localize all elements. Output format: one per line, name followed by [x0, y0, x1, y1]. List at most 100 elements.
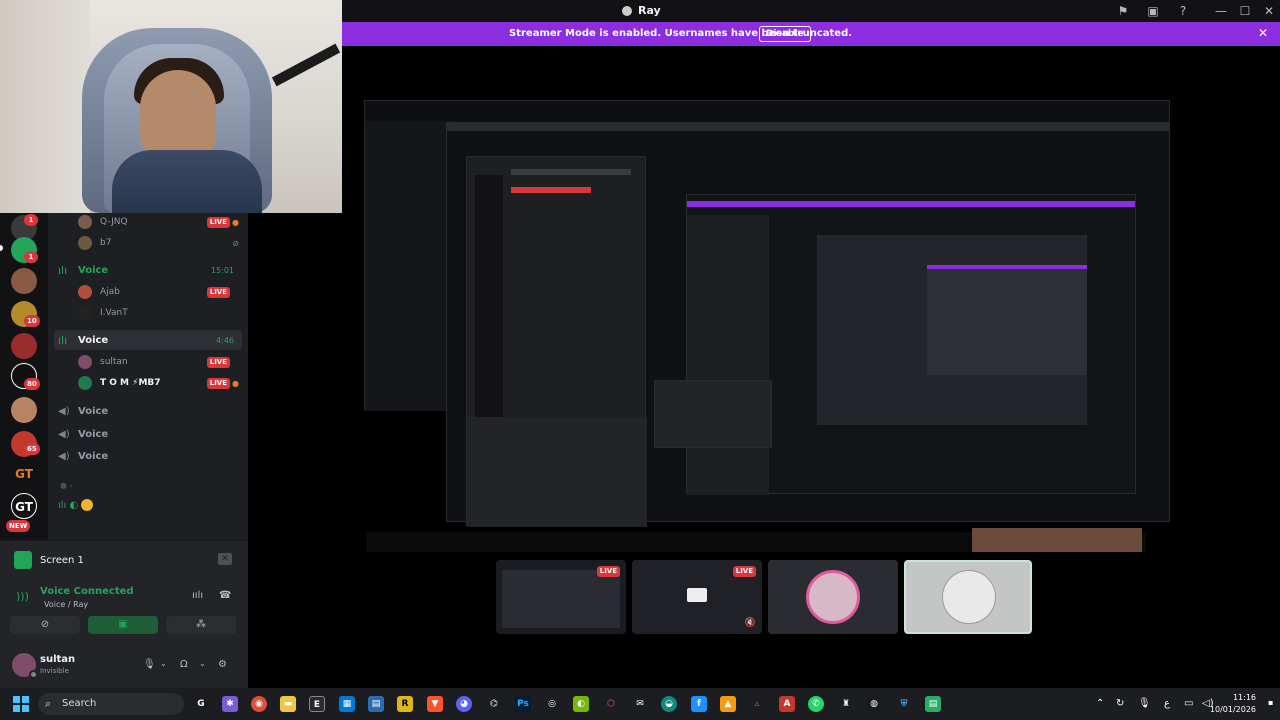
obs-icon[interactable]: ◎ — [544, 696, 560, 712]
chevron-up-icon[interactable]: ⌃ — [1096, 698, 1104, 709]
screen-share-row[interactable]: Screen 1 ✕ — [14, 550, 234, 570]
user-name: sultan — [40, 654, 76, 665]
voice-channel[interactable]: ◀) Voice — [54, 424, 242, 444]
maximize-button[interactable]: ☐ — [1238, 4, 1252, 18]
live-badge: LIVE — [732, 566, 756, 577]
inbox-icon[interactable]: ⚑ — [1116, 4, 1130, 18]
language-indicator[interactable]: ع — [1164, 698, 1170, 709]
live-badge: LIVE — [206, 377, 230, 389]
chevron-down-icon[interactable]: ⌄ — [160, 659, 167, 668]
muted-icon: ⊘ — [232, 238, 239, 248]
windows-start-icon[interactable] — [13, 696, 29, 712]
disable-button[interactable]: Disable — [759, 26, 811, 42]
store-icon[interactable]: ▦ — [339, 696, 355, 712]
system-clock[interactable]: 11:16 10/01/2026 — [1210, 692, 1256, 716]
server-icon[interactable]: GT — [11, 461, 37, 487]
voice-user[interactable]: I.VanT — [78, 304, 242, 322]
windows-taskbar: ⌕ Search G ✱ ◉ ▬ E ▦ ▤ R ▼ ◕ ⌬ Ps ◎ ◐ ⬡ … — [0, 688, 1280, 720]
user-name: T O M ⚡MB7 — [100, 378, 161, 388]
voice-channel[interactable]: ılı Voice 15:01 — [54, 260, 242, 280]
voice-user[interactable]: Q-JNQ LIVE ● — [78, 213, 242, 231]
mail-icon[interactable]: ✉ — [632, 696, 648, 712]
sync-icon[interactable]: ↻ — [1116, 698, 1124, 709]
user-name: sultan — [100, 357, 128, 367]
chevron-down-icon[interactable]: ⌄ — [199, 659, 206, 668]
network-icon[interactable]: ▭ — [1184, 698, 1193, 709]
camera-off-button[interactable]: ⊘ — [10, 616, 80, 634]
server-icon[interactable]: GT — [11, 493, 37, 519]
signal-icon[interactable]: ))) — [16, 590, 29, 603]
epic-games-icon[interactable]: E — [309, 696, 325, 712]
app-icon[interactable]: R — [397, 696, 413, 712]
app-icon[interactable]: ♜ — [838, 696, 854, 712]
voice-user[interactable]: T O M ⚡MB7 LIVE ● — [78, 374, 242, 392]
microphone-icon[interactable]: 🎙 — [1138, 698, 1151, 709]
live-badge: LIVE — [206, 216, 230, 228]
speaker-icon: ◀) — [58, 428, 70, 440]
screen-icon[interactable]: ▣ — [1146, 4, 1160, 18]
edge-icon[interactable]: ◒ — [661, 696, 677, 712]
discord-icon[interactable]: ◕ — [456, 696, 472, 712]
voice-user[interactable]: Ajab LIVE — [78, 283, 242, 301]
avatar — [78, 306, 92, 320]
steam-icon[interactable]: ◍ — [866, 696, 882, 712]
server-icon[interactable] — [11, 397, 37, 423]
server-badge: 65 — [24, 443, 40, 455]
server-icon[interactable] — [11, 333, 37, 359]
app-icon[interactable]: G — [193, 696, 209, 712]
brave-icon[interactable]: ▼ — [427, 696, 443, 712]
app-icon[interactable]: ▲ — [720, 696, 736, 712]
stream-view[interactable]: LIVE LIVE 🔇 — [342, 46, 1280, 688]
voice-channel[interactable]: ◀) Voice — [54, 446, 242, 466]
headphones-icon[interactable]: Ω — [180, 659, 188, 670]
stream-tile-selected[interactable] — [904, 560, 1032, 634]
screen-share-button[interactable]: ▣ — [88, 616, 158, 634]
whatsapp-icon[interactable]: ✆ — [808, 696, 824, 712]
stream-tile[interactable]: LIVE 🔇 — [632, 560, 762, 634]
app-icon[interactable]: ⬡ — [603, 696, 619, 712]
minimize-button[interactable]: — — [1214, 4, 1228, 18]
voice-channel[interactable]: ılı Voice 4:46 — [54, 330, 242, 350]
stop-stream-icon[interactable]: ✕ — [218, 553, 232, 565]
server-badge: 10 — [24, 315, 40, 327]
help-icon[interactable]: ? — [1176, 4, 1190, 18]
taskbar-search[interactable]: ⌕ Search — [38, 693, 184, 715]
app-icon[interactable]: ▤ — [368, 696, 384, 712]
avatar[interactable] — [12, 653, 38, 679]
voice-activity-icon[interactable]: ılı ◐ — [58, 499, 118, 513]
microphone-icon[interactable]: 🎙 — [143, 659, 156, 670]
app-icon[interactable]: ▵ — [749, 696, 765, 712]
clock-date: 10/01/2026 — [1209, 705, 1256, 714]
app-icon[interactable]: ✱ — [222, 696, 238, 712]
activities-button[interactable]: ⁂ — [166, 616, 236, 634]
voice-user[interactable]: sultan LIVE — [78, 353, 242, 371]
shield-icon[interactable]: ⛨ — [896, 696, 912, 712]
user-name: I.VanT — [100, 308, 128, 318]
stream-tile[interactable] — [768, 560, 898, 634]
voice-channel-path[interactable]: Voice / Ray — [44, 600, 88, 609]
app-icon[interactable]: f — [691, 696, 707, 712]
disconnect-icon[interactable]: ☎ — [219, 590, 231, 601]
voice-channel[interactable]: ◀) Voice — [54, 401, 242, 421]
live-badge: LIVE — [596, 566, 620, 577]
settings-icon[interactable]: ⚙ — [218, 659, 227, 670]
folder-icon[interactable]: ▬ — [280, 696, 296, 712]
avatar — [78, 285, 92, 299]
muted-speaker-icon[interactable]: 🔇 — [745, 618, 756, 628]
app-icon[interactable]: ⌬ — [486, 696, 502, 712]
app-icon[interactable]: ▤ — [925, 696, 941, 712]
banner-close-icon[interactable]: ✕ — [1258, 26, 1268, 40]
user-name: b7 — [100, 238, 112, 248]
notification-icon[interactable]: ▪ — [1268, 698, 1273, 707]
voice-user[interactable]: b7 ⊘ — [78, 234, 242, 252]
photoshop-icon[interactable]: Ps — [515, 696, 531, 712]
app-icon[interactable]: A — [779, 696, 795, 712]
nvidia-icon[interactable]: ◐ — [573, 696, 589, 712]
chrome-icon[interactable]: ◉ — [251, 696, 267, 712]
noise-suppression-icon[interactable]: ıılı — [192, 590, 203, 601]
server-icon[interactable] — [11, 268, 37, 294]
stream-tile[interactable]: LIVE — [496, 560, 626, 634]
collapsed-category-icon[interactable]: ● › — [60, 481, 73, 490]
close-window-button[interactable]: ✕ — [1262, 4, 1276, 18]
user-row: sultan Invisible 🎙 ⌄ Ω ⌄ ⚙ — [10, 651, 240, 681]
